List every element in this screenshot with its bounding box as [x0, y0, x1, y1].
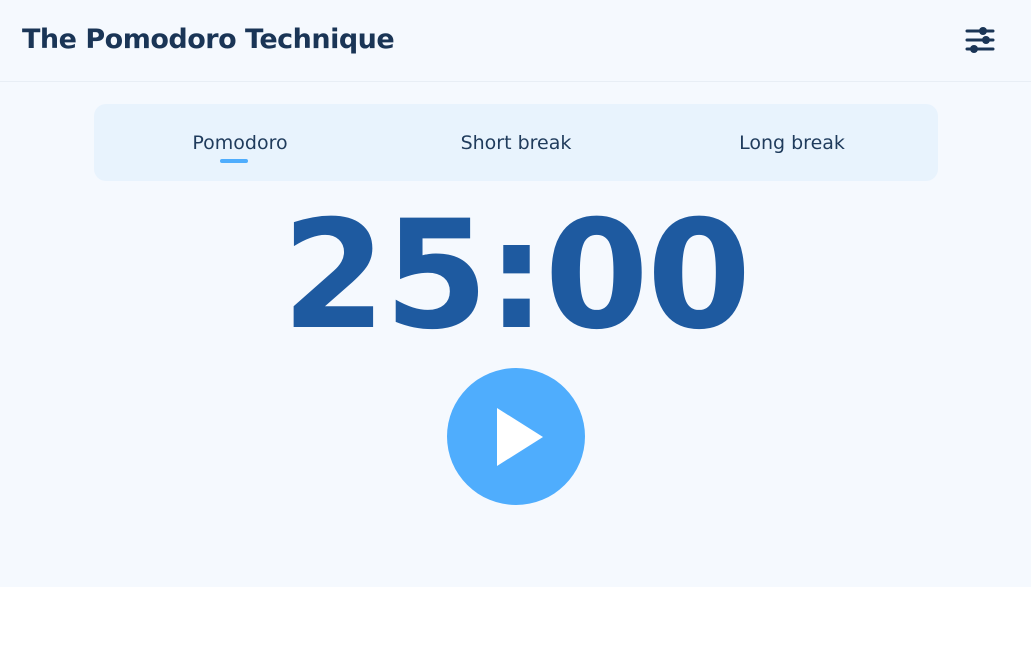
sliders-icon	[965, 27, 995, 53]
timer-display: 25:00	[281, 189, 751, 363]
header: The Pomodoro Technique	[0, 0, 1031, 82]
page-title: The Pomodoro Technique	[22, 24, 395, 55]
tab-long-break[interactable]: Long break	[692, 104, 892, 181]
play-button[interactable]	[447, 368, 585, 505]
active-tab-indicator	[220, 159, 248, 163]
pomodoro-app: The Pomodoro Technique Pomodoro Short br…	[0, 0, 1031, 587]
mode-tabs: Pomodoro Short break Long break	[94, 104, 938, 181]
tab-pomodoro[interactable]: Pomodoro	[140, 104, 340, 181]
tab-short-break[interactable]: Short break	[416, 104, 616, 181]
settings-button[interactable]	[960, 20, 1000, 60]
play-icon	[497, 407, 543, 466]
